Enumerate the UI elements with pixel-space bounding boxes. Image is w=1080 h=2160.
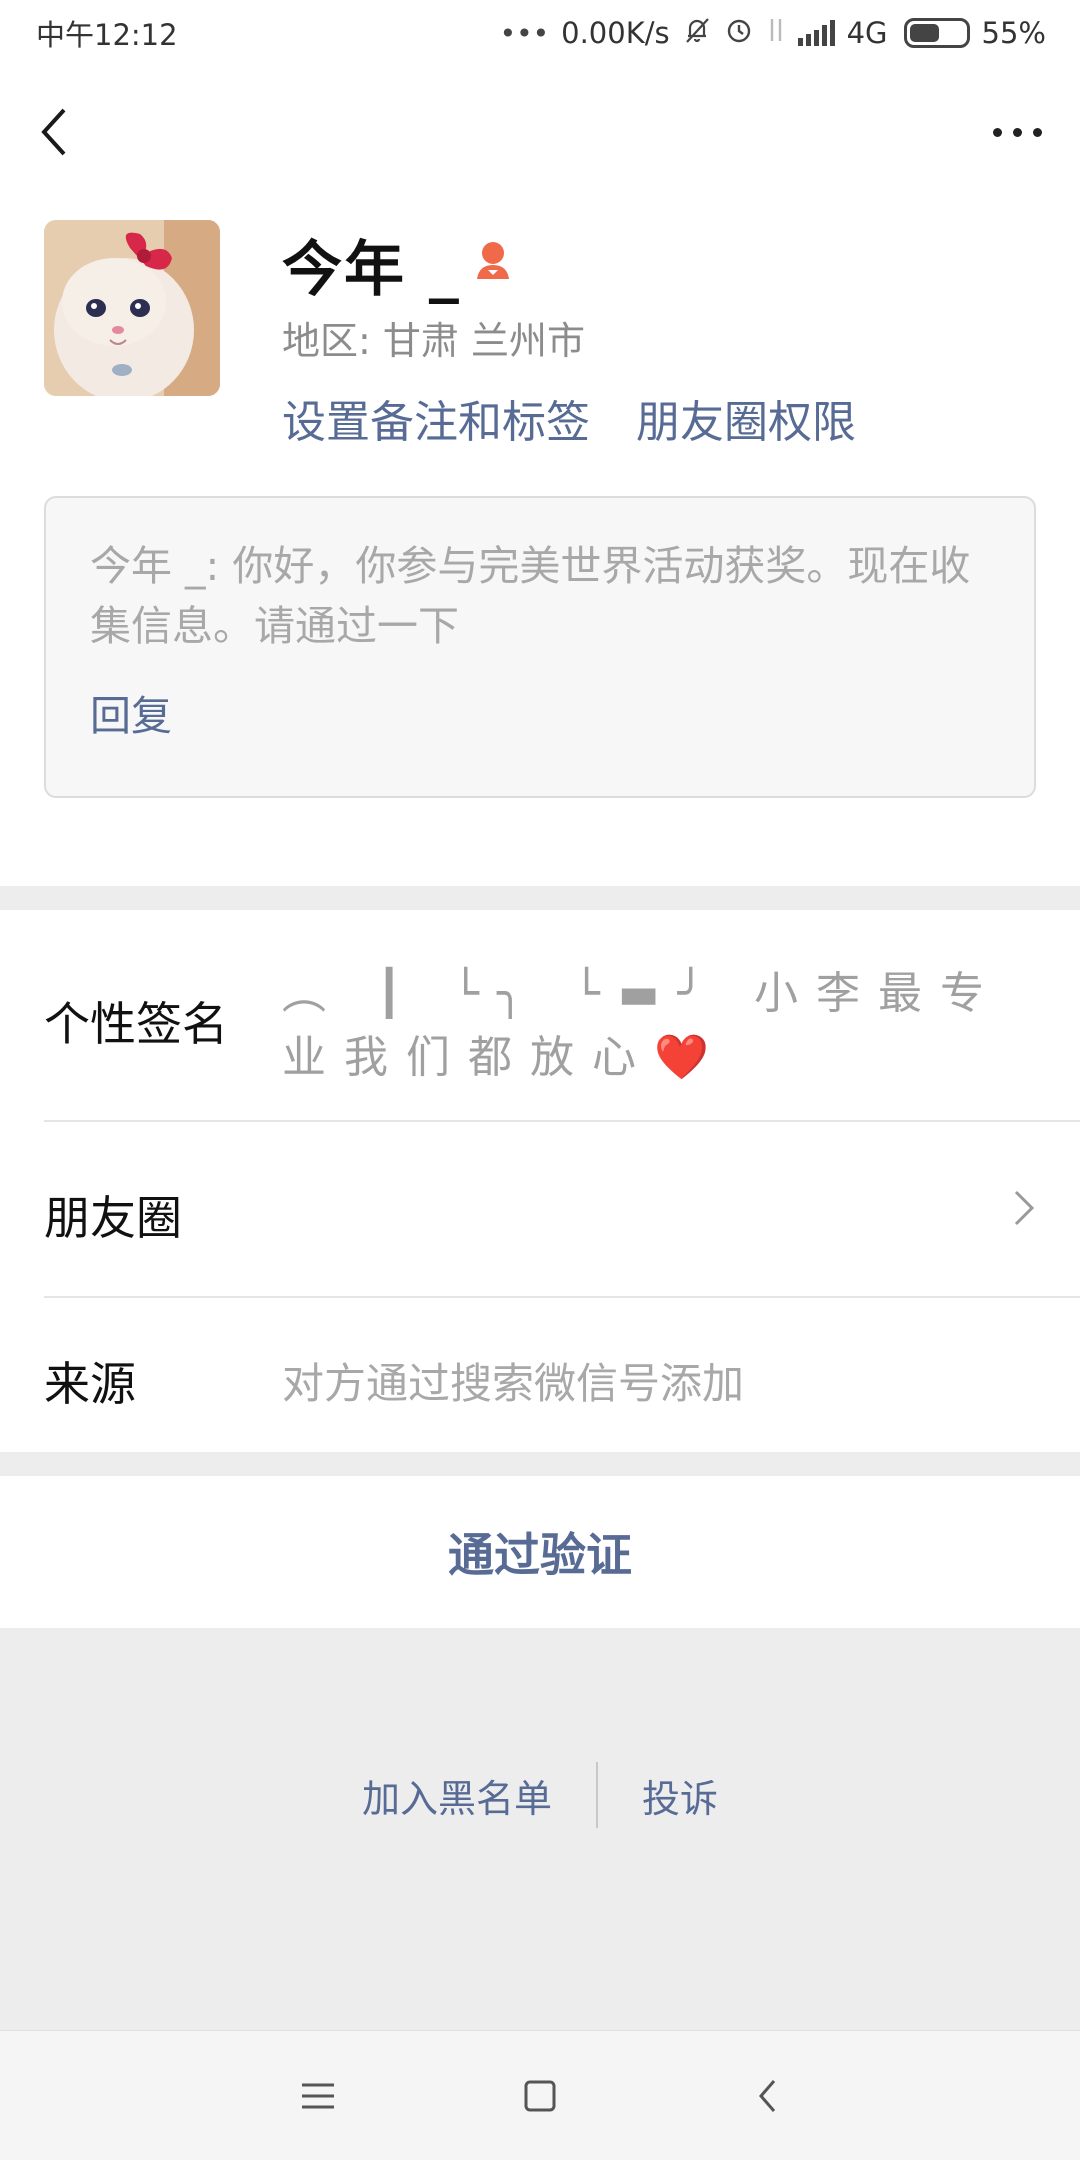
back-arrow-icon <box>41 108 66 156</box>
menu-icon <box>302 2083 334 2109</box>
more-dot-icon <box>1012 127 1022 137</box>
footer-divider <box>596 1762 598 1828</box>
report-link[interactable]: 投诉 <box>642 1768 718 1823</box>
more-dot-icon <box>992 127 1002 137</box>
more-dot-icon <box>1032 127 1042 137</box>
signature-label: 个性签名 <box>44 997 228 1051</box>
status-bar: 中午12:12 ••• 0.00K/s 4G 55% <box>0 0 1080 66</box>
battery-icon <box>903 18 970 48</box>
battery-fill <box>909 24 940 42</box>
more-options-button[interactable] <box>982 110 1052 154</box>
alarm-icon <box>724 15 754 52</box>
reply-link[interactable]: 回复 <box>90 682 990 742</box>
verify-button[interactable]: 通过验证 <box>0 1476 1080 1628</box>
verification-message-box: 今年 _: 你好，你参与完美世界活动获奖。现在收集信息。请通过一下 回复 <box>44 496 1036 798</box>
home-nav-button[interactable] <box>510 2069 570 2123</box>
profile-name: 今年 _ <box>282 234 461 305</box>
female-icon <box>471 237 515 285</box>
more-notifications-icon: ••• <box>499 16 550 50</box>
status-icons: ••• 0.00K/s 4G 55% <box>500 15 1046 52</box>
net-speed: 0.00K/s <box>561 16 670 50</box>
signature-row: 个性签名 ︵ ┃ └╮ └▬╯ 小李最专业我们都放心❤️ <box>44 910 1080 1122</box>
region-text: 地区: 甘肃 兰州市 <box>282 319 585 363</box>
name-row: 今年 _ <box>282 224 515 305</box>
status-time: 中午12:12 <box>36 18 178 52</box>
signal-icon <box>797 20 835 46</box>
moments-row[interactable]: 朋友圈 <box>44 1122 1080 1298</box>
profile-links: 设置备注和标签 朋友圈权限 <box>282 386 856 450</box>
heart-emoji: ❤️ <box>654 1032 709 1083</box>
screen: 中午12:12 ••• 0.00K/s 4G 55% 今年 _ 地区: 甘肃 兰… <box>0 0 1080 2160</box>
chevron-right-icon <box>1012 1186 1036 1234</box>
info-list: 个性签名 ︵ ┃ └╮ └▬╯ 小李最专业我们都放心❤️ 朋友圈 来源 对方通过… <box>0 910 1080 1452</box>
footer-links: 加入黑名单 投诉 <box>0 1760 1080 1830</box>
source-value: 对方通过搜索微信号添加 <box>282 1359 745 1408</box>
source-row: 来源 对方通过搜索微信号添加 <box>44 1298 1080 1452</box>
back-button[interactable] <box>30 100 86 164</box>
home-square-icon <box>524 2080 556 2112</box>
data-transfer-icon <box>766 15 786 52</box>
navigation-bar <box>0 2030 1080 2160</box>
network-type: 4G <box>846 16 888 50</box>
signature-value: ︵ ┃ └╮ └▬╯ 小李最专业我们都放心❤️ <box>282 962 1042 1090</box>
menu-nav-button[interactable] <box>288 2069 348 2123</box>
title-bar <box>0 66 1080 200</box>
mute-icon <box>682 15 712 52</box>
verification-message: 今年 _: 你好，你参与完美世界活动获奖。现在收集信息。请通过一下 <box>90 542 971 650</box>
blacklist-link[interactable]: 加入黑名单 <box>362 1768 552 1823</box>
set-remark-link[interactable]: 设置备注和标签 <box>282 386 590 450</box>
moments-permission-link[interactable]: 朋友圈权限 <box>636 386 856 450</box>
moments-label: 朋友圈 <box>44 1191 182 1245</box>
back-nav-button[interactable] <box>738 2069 798 2123</box>
cat-avatar-image <box>44 220 220 396</box>
source-label: 来源 <box>44 1357 136 1411</box>
signature-text: ︵ ┃ └╮ └▬╯ 小李最专业我们都放心 <box>282 968 1002 1083</box>
profile-section: 今年 _ 地区: 甘肃 兰州市 设置备注和标签 朋友圈权限 今年 _: 你好，你… <box>0 200 1080 886</box>
back-chevron-icon <box>759 2080 776 2112</box>
battery-percent: 55% <box>981 16 1046 50</box>
avatar[interactable] <box>44 220 220 396</box>
